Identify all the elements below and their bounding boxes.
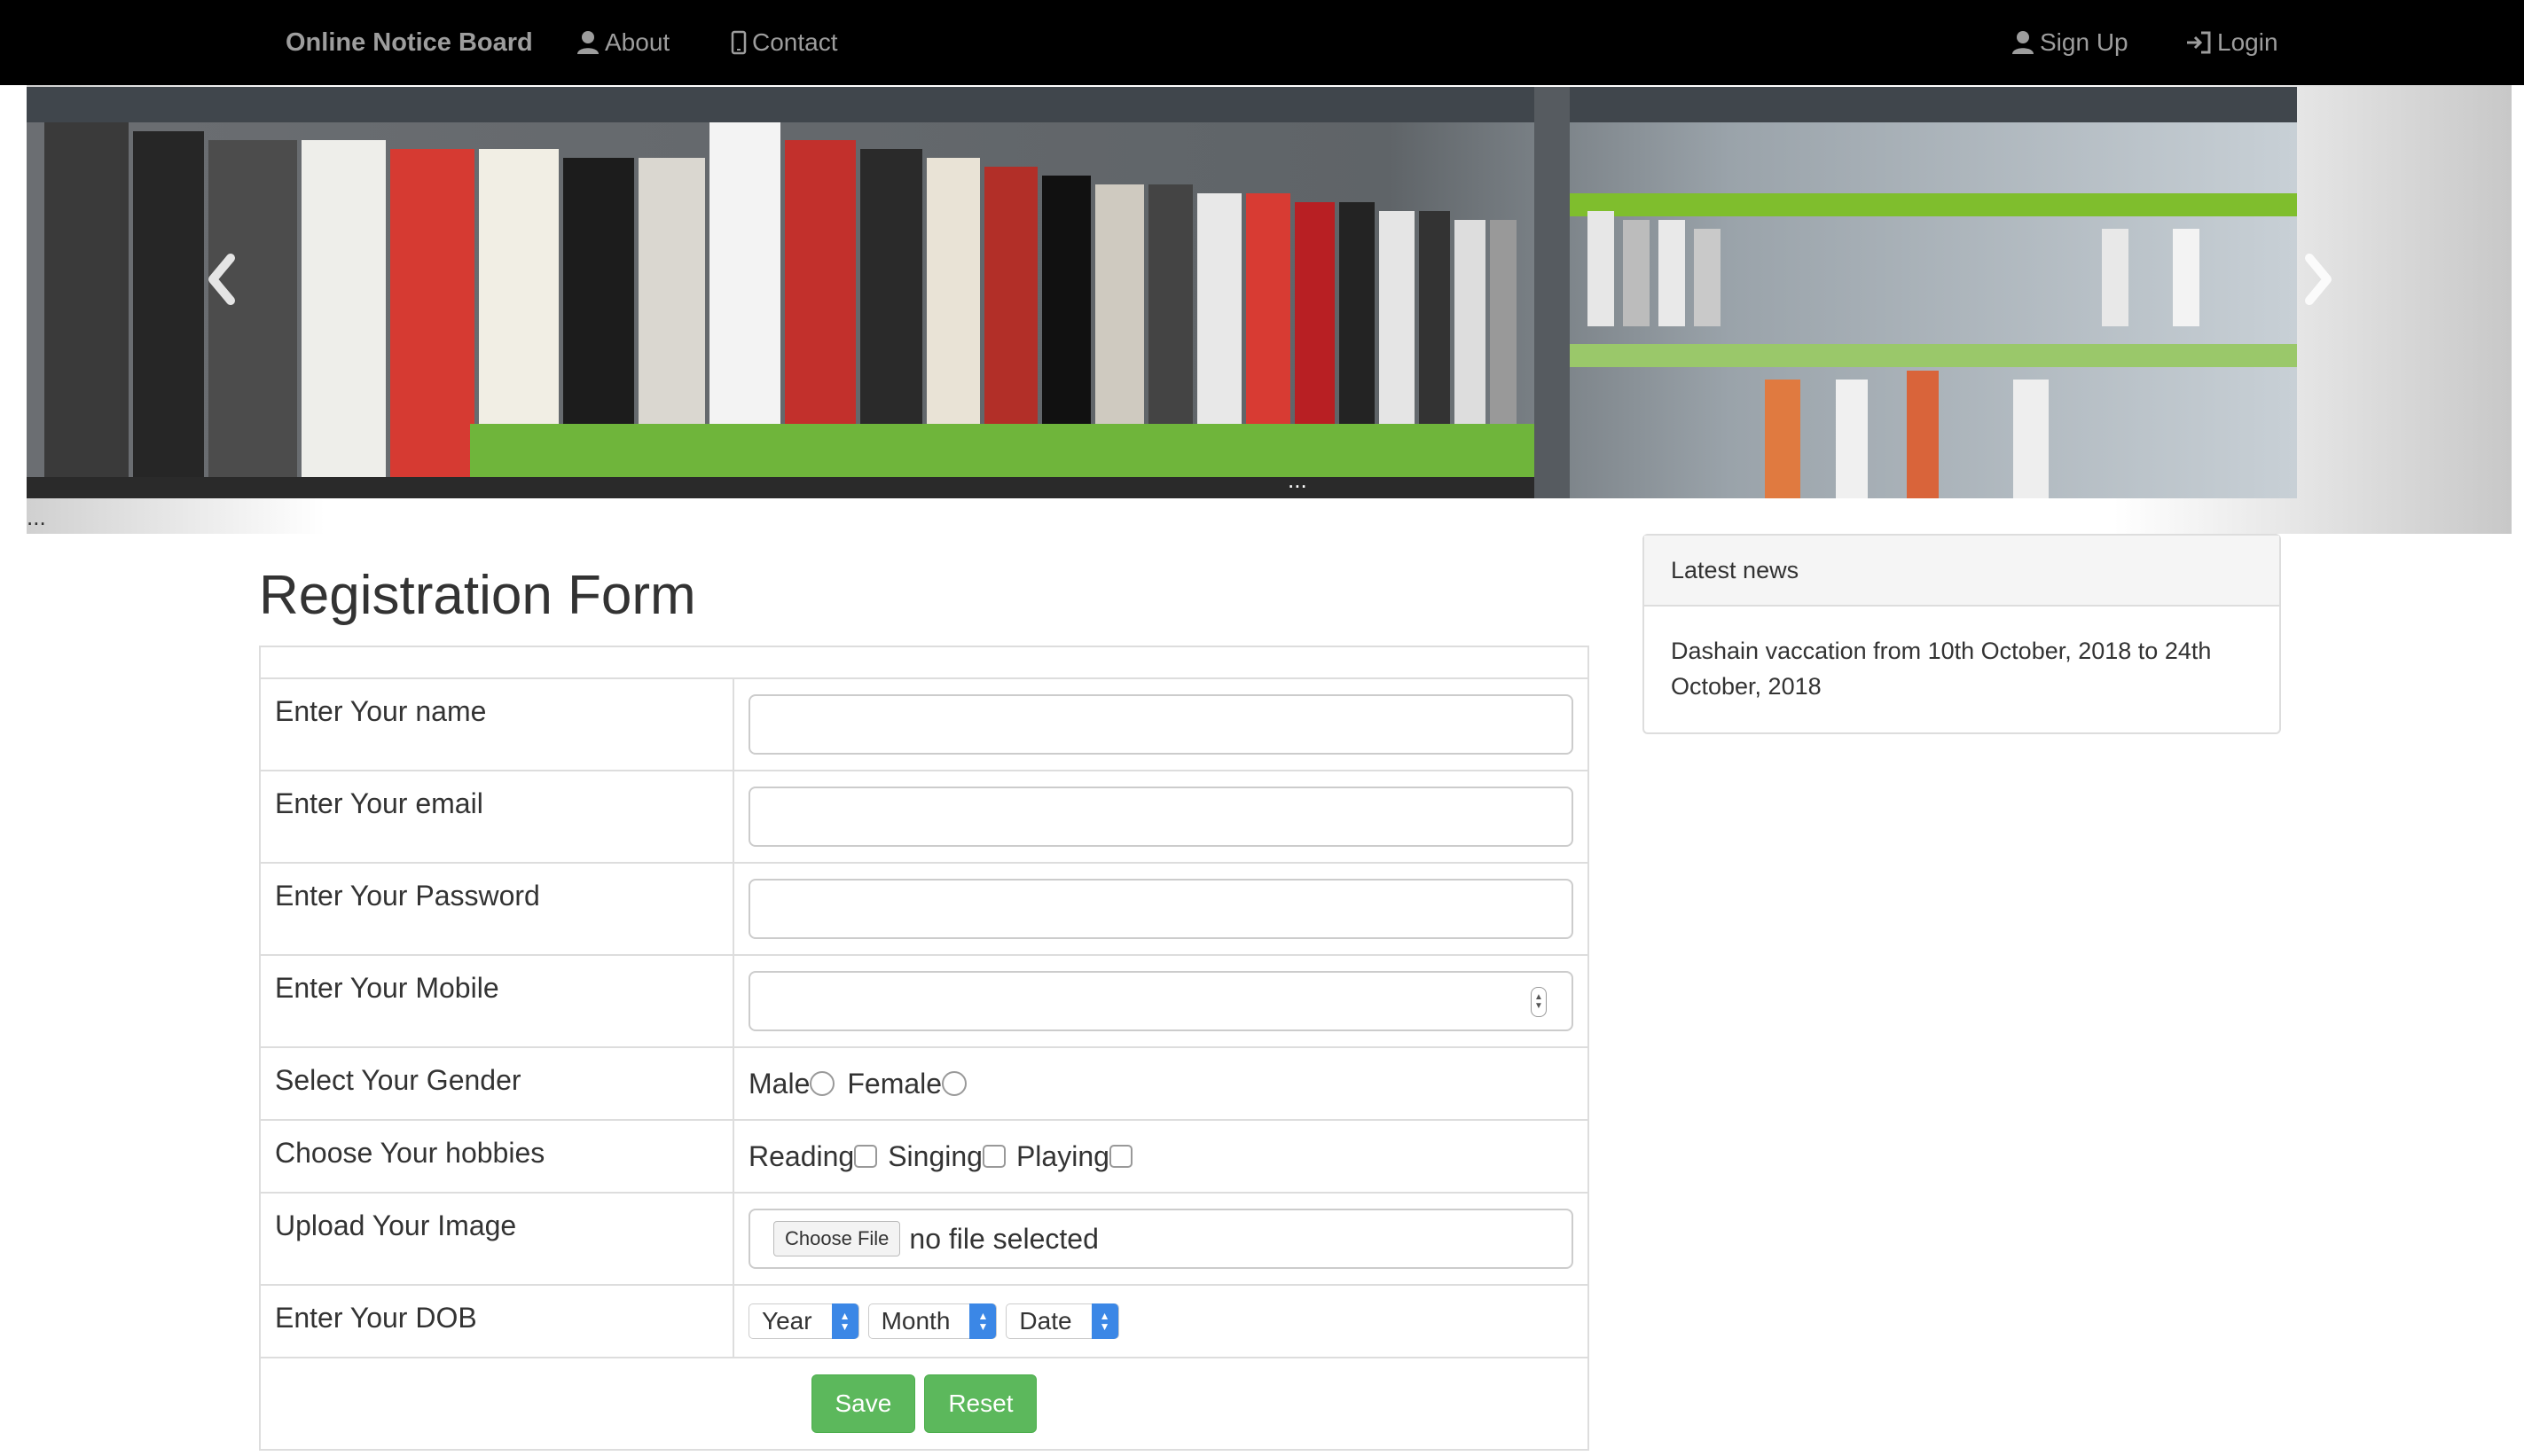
hobby-reading-label: Reading: [749, 1139, 855, 1172]
news-item: Dashain vaccation from 10th October, 201…: [1671, 638, 2212, 700]
save-button[interactable]: Save: [811, 1374, 916, 1433]
hobby-singing-checkbox[interactable]: [982, 1145, 1006, 1168]
login-icon: [2187, 31, 2211, 54]
nav-login-label: Login: [2217, 28, 2278, 56]
dob-label: Enter Your DOB: [261, 1286, 734, 1357]
email-label: Enter Your email: [261, 771, 734, 862]
bookshelf-photo: [27, 87, 2297, 498]
latest-news-heading: Latest news: [1644, 536, 2279, 607]
password-label: Enter Your Password: [261, 864, 734, 954]
hobby-singing-label: Singing: [888, 1139, 983, 1172]
dob-year-value: Year: [762, 1307, 812, 1335]
nav-signup-label: Sign Up: [2040, 28, 2128, 56]
registration-form-table: Enter Your name Enter Your email Enter Y…: [259, 646, 1589, 1451]
top-navbar: Online Notice Board About Contact Sign U…: [0, 0, 2524, 85]
number-spinner-icon[interactable]: ▲ ▼: [1531, 987, 1547, 1017]
gender-female-radio[interactable]: [942, 1071, 968, 1096]
email-input[interactable]: [749, 787, 1573, 847]
password-input[interactable]: [749, 879, 1573, 939]
gender-label: Select Your Gender: [261, 1048, 734, 1119]
phone-icon: [731, 30, 747, 55]
form-row-buttons: Save Reset: [261, 1358, 1587, 1449]
gender-male-radio[interactable]: [810, 1071, 835, 1096]
mobile-label: Enter Your Mobile: [261, 956, 734, 1046]
gender-male-label: Male: [749, 1067, 811, 1100]
dob-month-select[interactable]: Month ▲ ▼: [867, 1303, 998, 1339]
form-row-hobbies: Choose Your hobbies Reading Singing Play…: [261, 1121, 1587, 1194]
form-row-mobile: Enter Your Mobile ▲ ▼: [261, 956, 1587, 1048]
form-title: Registration Form: [259, 565, 696, 626]
nav-about-link[interactable]: About: [576, 0, 670, 85]
name-input[interactable]: [749, 694, 1573, 755]
name-label: Enter Your name: [261, 679, 734, 770]
form-row-email: Enter Your email: [261, 771, 1587, 864]
choose-file-button[interactable]: Choose File: [773, 1221, 901, 1256]
brand-link[interactable]: Online Notice Board: [286, 0, 533, 85]
user-icon: [2012, 31, 2034, 54]
gender-female-label: Female: [847, 1067, 943, 1100]
select-arrows-icon: ▲ ▼: [969, 1303, 997, 1339]
user-icon: [577, 31, 599, 54]
carousel-next-button[interactable]: [2292, 239, 2345, 319]
nav-contact-link[interactable]: Contact: [731, 0, 838, 85]
nav-contact-label: Contact: [752, 28, 838, 56]
hobby-reading-checkbox[interactable]: [854, 1145, 878, 1168]
carousel-below-ellipsis: ...: [27, 504, 46, 530]
form-row-dob: Enter Your DOB Year ▲ ▼ Month ▲ ▼ Date ▲ ▼: [261, 1286, 1587, 1358]
form-header-row: [261, 647, 1587, 679]
chevron-right-icon: [2305, 254, 2332, 305]
nav-about-label: About: [605, 28, 670, 56]
nav-signup-link[interactable]: Sign Up: [2011, 0, 2128, 85]
select-arrows-icon: ▲ ▼: [831, 1303, 858, 1339]
select-arrows-icon: ▲ ▼: [1091, 1303, 1118, 1339]
hobby-playing-checkbox[interactable]: [1109, 1145, 1133, 1168]
form-row-image: Upload Your Image Choose File no file se…: [261, 1194, 1587, 1286]
reset-button[interactable]: Reset: [924, 1374, 1038, 1433]
form-row-name: Enter Your name: [261, 679, 1587, 771]
chevron-left-icon: [208, 254, 235, 305]
nav-login-link[interactable]: Login: [2185, 0, 2278, 85]
hobbies-label: Choose Your hobbies: [261, 1121, 734, 1192]
dob-date-value: Date: [1019, 1307, 1072, 1335]
image-label: Upload Your Image: [261, 1194, 734, 1284]
carousel-image: ...: [27, 87, 2297, 498]
dob-month-value: Month: [881, 1307, 951, 1335]
carousel-prev-button[interactable]: [195, 239, 248, 319]
carousel-caption-ellipsis: ...: [1288, 466, 1307, 493]
hobby-playing-label: Playing: [1015, 1139, 1109, 1172]
mobile-input[interactable]: ▲ ▼: [749, 971, 1573, 1031]
form-row-password: Enter Your Password: [261, 864, 1587, 956]
dob-year-select[interactable]: Year ▲ ▼: [749, 1303, 859, 1339]
file-status-text: no file selected: [909, 1222, 1099, 1255]
latest-news-panel: Latest news Dashain vaccation from 10th …: [1642, 534, 2281, 734]
image-file-input[interactable]: Choose File no file selected: [749, 1209, 1573, 1269]
dob-date-select[interactable]: Date ▲ ▼: [1006, 1303, 1119, 1339]
form-row-gender: Select Your Gender Male Female: [261, 1048, 1587, 1121]
